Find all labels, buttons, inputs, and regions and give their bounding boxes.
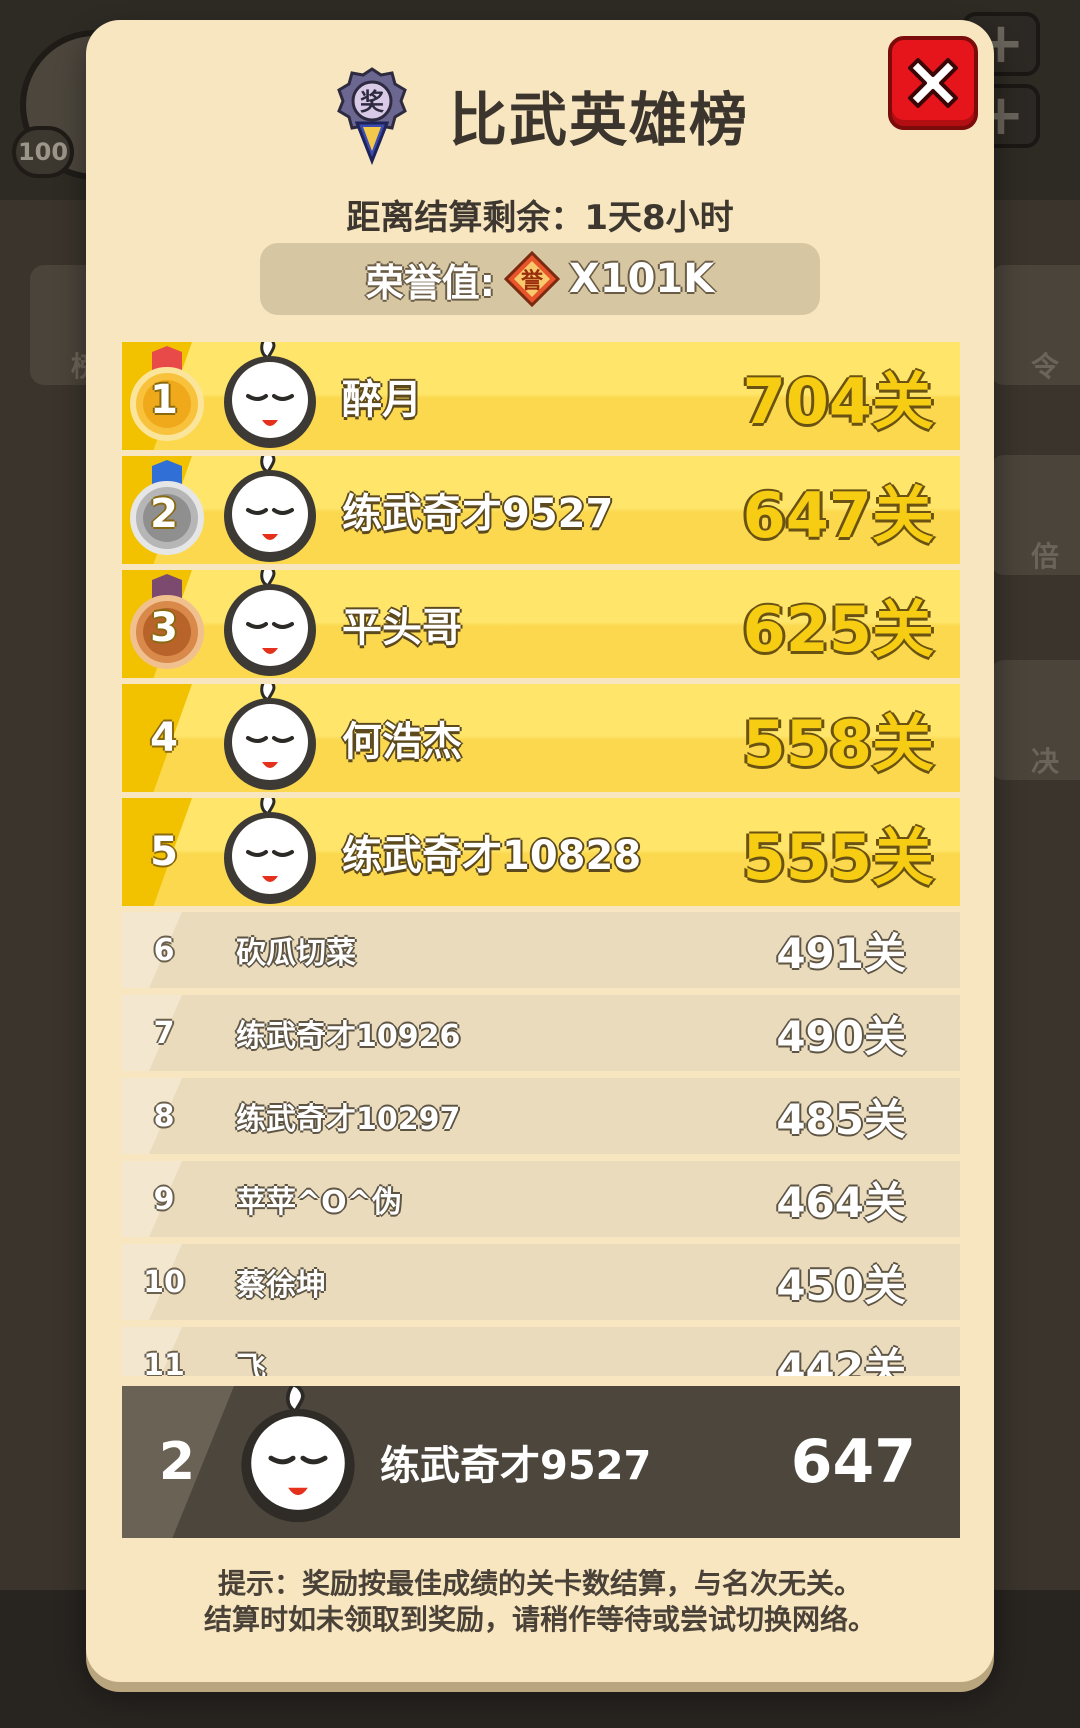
player-name: 醉月 — [342, 377, 422, 423]
player-name: 何浩杰 — [342, 719, 462, 765]
rank-number: 6 — [153, 932, 175, 968]
ranking-row-1[interactable]: 1 醉月 704关 — [122, 342, 960, 450]
player-name: 练武奇才9527 — [342, 491, 614, 537]
player-score: 464关 — [776, 1177, 906, 1227]
player-score: 442关 — [776, 1343, 906, 1377]
background-tile-multiplier: 倍 — [990, 455, 1080, 575]
player-score: 450关 — [776, 1260, 906, 1310]
player-name: 飞 — [236, 1351, 266, 1376]
player-avatar-icon — [224, 342, 316, 448]
player-name: 练武奇才10828 — [342, 833, 642, 879]
tip-line-2: 结算时如未领取到奖励，请稍作等待或尝试切换网络。 — [203, 1603, 876, 1636]
player-score: 490关 — [776, 1011, 906, 1061]
player-avatar-icon — [224, 456, 316, 562]
player-name: 练武奇才10926 — [236, 1019, 461, 1054]
player-score: 491关 — [776, 928, 906, 978]
rank-number: 5 — [150, 829, 178, 875]
background-tile-order: 令 — [990, 265, 1080, 385]
player-score: 485关 — [776, 1094, 906, 1144]
ranking-row-7[interactable]: 7 练武奇才10926 490关 — [122, 995, 960, 1071]
player-name: 砍瓜切菜 — [236, 936, 356, 971]
rank-number: 7 — [153, 1015, 175, 1051]
dialog-title: 比武英雄榜 — [448, 86, 749, 154]
ranking-row-10[interactable]: 10 蔡徐坤 450关 — [122, 1244, 960, 1320]
player-name: 练武奇才10297 — [236, 1102, 461, 1137]
tip-line-1: 提示：奖励按最佳成绩的关卡数结算，与名次无关。 — [217, 1567, 862, 1600]
honor-value-bar: 荣誉值: 誉 X101K — [260, 243, 820, 315]
my-avatar-icon — [241, 1386, 355, 1523]
ranking-row-9[interactable]: 9 苹苹^O^伪 464关 — [122, 1161, 960, 1237]
player-score: 558关 — [742, 707, 934, 780]
honor-badge-icon: 誉 — [503, 250, 561, 308]
my-rank-row: 2 练武奇才9527 647 — [122, 1386, 960, 1538]
ranking-row-5[interactable]: 5 练武奇才10828 555关 — [122, 798, 960, 906]
background-level-badge: 100 — [12, 126, 74, 178]
rank-number: 4 — [150, 715, 178, 761]
close-button[interactable] — [888, 36, 978, 130]
rank-number: 1 — [150, 377, 178, 423]
background-tile-decision: 决 — [990, 660, 1080, 780]
reward-tip: 提示：奖励按最佳成绩的关卡数结算，与名次无关。 结算时如未领取到奖励，请稍作等待… — [86, 1566, 994, 1638]
close-x-icon — [908, 58, 958, 108]
player-name: 苹苹^O^伪 — [236, 1185, 402, 1220]
player-score: 625关 — [742, 593, 934, 666]
player-avatar-icon — [224, 570, 316, 676]
rank-number: 11 — [143, 1347, 185, 1377]
honor-value: X101K — [568, 256, 715, 302]
settlement-countdown: 距离结算剩余：1天8小时 — [346, 198, 734, 238]
my-score: 647 — [790, 1427, 916, 1497]
player-avatar-icon — [224, 798, 316, 904]
my-rank-number: 2 — [158, 1432, 196, 1492]
ranking-row-3[interactable]: 3 平头哥 625关 — [122, 570, 960, 678]
ranking-list[interactable]: 1 醉月 704关 2 练武奇才9527 647关 3 平头哥 625关 4 何… — [122, 342, 960, 1376]
ranking-row-2[interactable]: 2 练武奇才9527 647关 — [122, 456, 960, 564]
rank-number: 3 — [150, 605, 178, 651]
svg-text:奖: 奖 — [360, 88, 385, 116]
ranking-row-4[interactable]: 4 何浩杰 558关 — [122, 684, 960, 792]
player-score: 704关 — [742, 365, 934, 438]
honor-label: 荣誉值: — [365, 260, 495, 305]
rank-number: 9 — [153, 1181, 175, 1217]
my-player-name: 练武奇才9527 — [380, 1443, 652, 1489]
ranking-row-8[interactable]: 8 练武奇才10297 485关 — [122, 1078, 960, 1154]
rank-number: 10 — [143, 1264, 185, 1300]
player-score: 555关 — [742, 821, 934, 894]
ranking-row-6[interactable]: 6 砍瓜切菜 491关 — [122, 912, 960, 988]
player-avatar-icon — [224, 684, 316, 790]
dialog-header: 奖 比武英雄榜 — [86, 60, 994, 170]
svg-text:誉: 誉 — [521, 268, 544, 294]
reward-gear-badge-icon: 奖 — [337, 67, 407, 165]
rank-number: 8 — [153, 1098, 175, 1134]
ranking-row-11[interactable]: 11 飞 442关 — [122, 1327, 960, 1376]
player-name: 平头哥 — [342, 605, 462, 651]
player-name: 蔡徐坤 — [236, 1268, 326, 1303]
player-score: 647关 — [742, 479, 934, 552]
rank-number: 2 — [150, 491, 178, 537]
